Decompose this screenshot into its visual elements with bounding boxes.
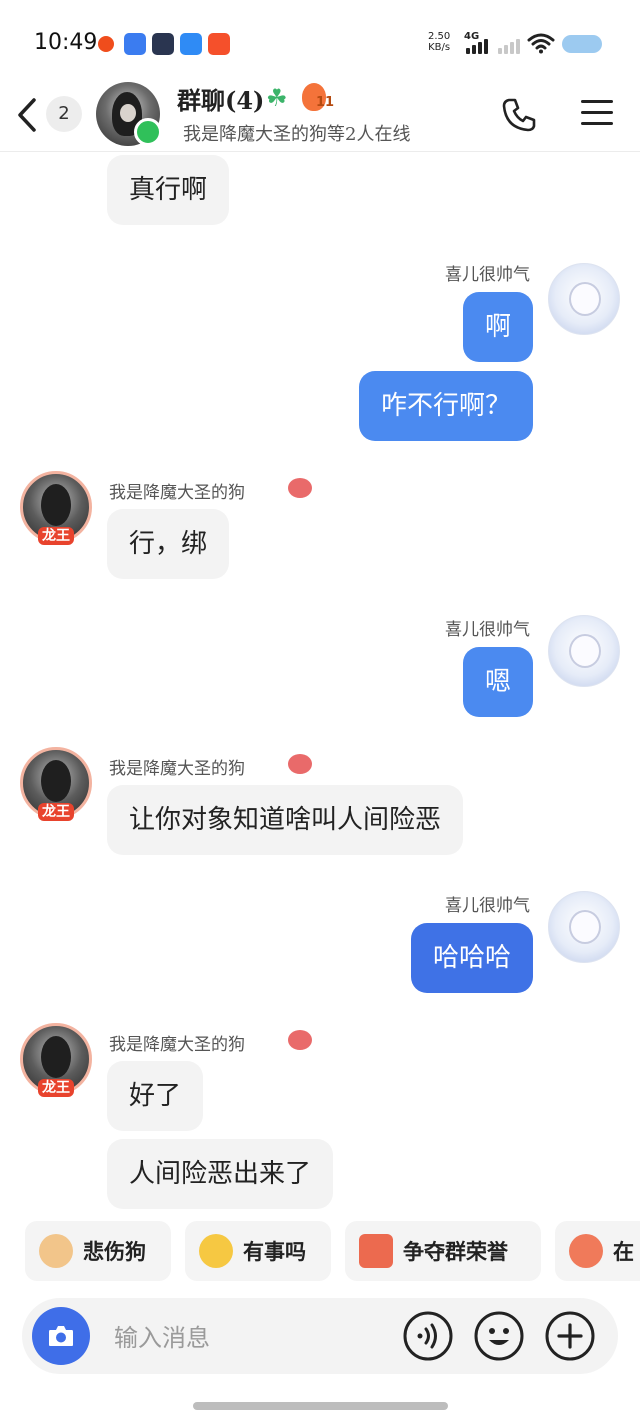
message-bubble[interactable]: 好了 — [107, 1061, 204, 1131]
sender-name: 我是降魔大圣的狗 — [109, 1035, 245, 1055]
message-bubble[interactable]: 人间险恶出来了 — [107, 1139, 334, 1209]
menu-icon[interactable] — [580, 98, 614, 128]
sticker-icon — [569, 1234, 603, 1268]
clock: 10:49 — [34, 30, 98, 55]
user-avatar[interactable] — [548, 615, 620, 687]
user-avatar[interactable] — [548, 263, 620, 335]
avatar-badge: 龙王 — [38, 1079, 74, 1097]
sad-dog-sticker-icon — [39, 1234, 73, 1268]
fire-badge-icon: 11 — [300, 83, 334, 113]
message-bubble[interactable]: 行，绑 — [107, 509, 230, 579]
sender-name: 我是降魔大圣的狗 — [109, 483, 245, 503]
user-avatar[interactable] — [548, 891, 620, 963]
group-title[interactable]: 群聊(4) — [177, 81, 264, 116]
notification-app-icon — [98, 36, 114, 52]
online-indicator — [134, 118, 162, 146]
notification-app-icon — [180, 33, 202, 55]
notification-app-icon — [208, 33, 230, 55]
status-bar: 10:49 2.50 KB/s 4G — [0, 0, 640, 80]
chat-header: 2 群聊(4) ☘ 11 我是降魔大圣的狗等2人在线 — [0, 80, 640, 152]
phone-call-icon[interactable] — [500, 96, 538, 134]
voice-icon[interactable] — [402, 1310, 454, 1362]
thinking-emoji-icon — [199, 1234, 233, 1268]
battery-icon — [562, 35, 602, 53]
camera-icon — [49, 1326, 73, 1346]
message-bubble[interactable]: 嗯 — [462, 647, 533, 717]
clover-icon: ☘ — [266, 84, 288, 112]
emoji-icon[interactable] — [473, 1310, 525, 1362]
message-input[interactable]: 输入消息 — [114, 1318, 210, 1353]
sender-name: 我是降魔大圣的狗 — [109, 759, 245, 779]
camera-button[interactable] — [32, 1307, 90, 1365]
quick-reply-chip[interactable]: 在 — [555, 1221, 640, 1281]
message-input-bar: 输入消息 — [22, 1298, 618, 1374]
wifi-icon — [527, 33, 555, 54]
back-arrow-icon[interactable] — [14, 96, 40, 134]
signal-icon-sim2 — [496, 32, 522, 54]
avatar-badge: 龙王 — [38, 803, 74, 821]
unread-count-badge[interactable]: 2 — [46, 96, 82, 132]
notification-app-icon — [124, 33, 146, 55]
sender-name: 喜儿很帅气 — [445, 896, 530, 916]
avatar-badge: 龙王 — [38, 527, 74, 545]
sender-badge-icon — [288, 754, 312, 774]
online-status-text: 我是降魔大圣的狗等2人在线 — [183, 124, 411, 145]
message-bubble[interactable]: 哈哈哈 — [410, 923, 533, 993]
fire-badge-count: 11 — [316, 95, 335, 110]
sender-name: 喜儿很帅气 — [445, 620, 530, 640]
sender-name: 喜儿很帅气 — [445, 265, 530, 285]
sender-badge-icon — [288, 1030, 312, 1050]
message-bubble[interactable]: 让你对象知道啥叫人间险恶 — [107, 785, 464, 855]
home-indicator[interactable] — [193, 1402, 448, 1410]
notification-app-icon — [152, 33, 174, 55]
quick-reply-chip[interactable]: 争夺群荣誉 — [345, 1221, 541, 1281]
message-bubble[interactable]: 咋不行啊？ — [358, 371, 533, 441]
net-speed: 2.50 KB/s — [428, 31, 451, 53]
plus-icon[interactable] — [544, 1310, 596, 1362]
message-bubble[interactable]: 真行啊 — [107, 155, 230, 225]
quick-reply-chip[interactable]: 悲伤狗 — [25, 1221, 171, 1281]
quick-reply-chip[interactable]: 有事吗 — [185, 1221, 331, 1281]
message-bubble[interactable]: 啊 — [462, 292, 533, 362]
sender-badge-icon — [288, 478, 312, 498]
signal-icon-4g: 4G — [464, 31, 492, 54]
trophy-icon — [359, 1234, 393, 1268]
message-list[interactable]: 真行啊 喜儿很帅气 啊 咋不行啊？ 龙王 我是降魔大圣的狗 行，绑 喜儿很帅气 … — [0, 153, 640, 1213]
